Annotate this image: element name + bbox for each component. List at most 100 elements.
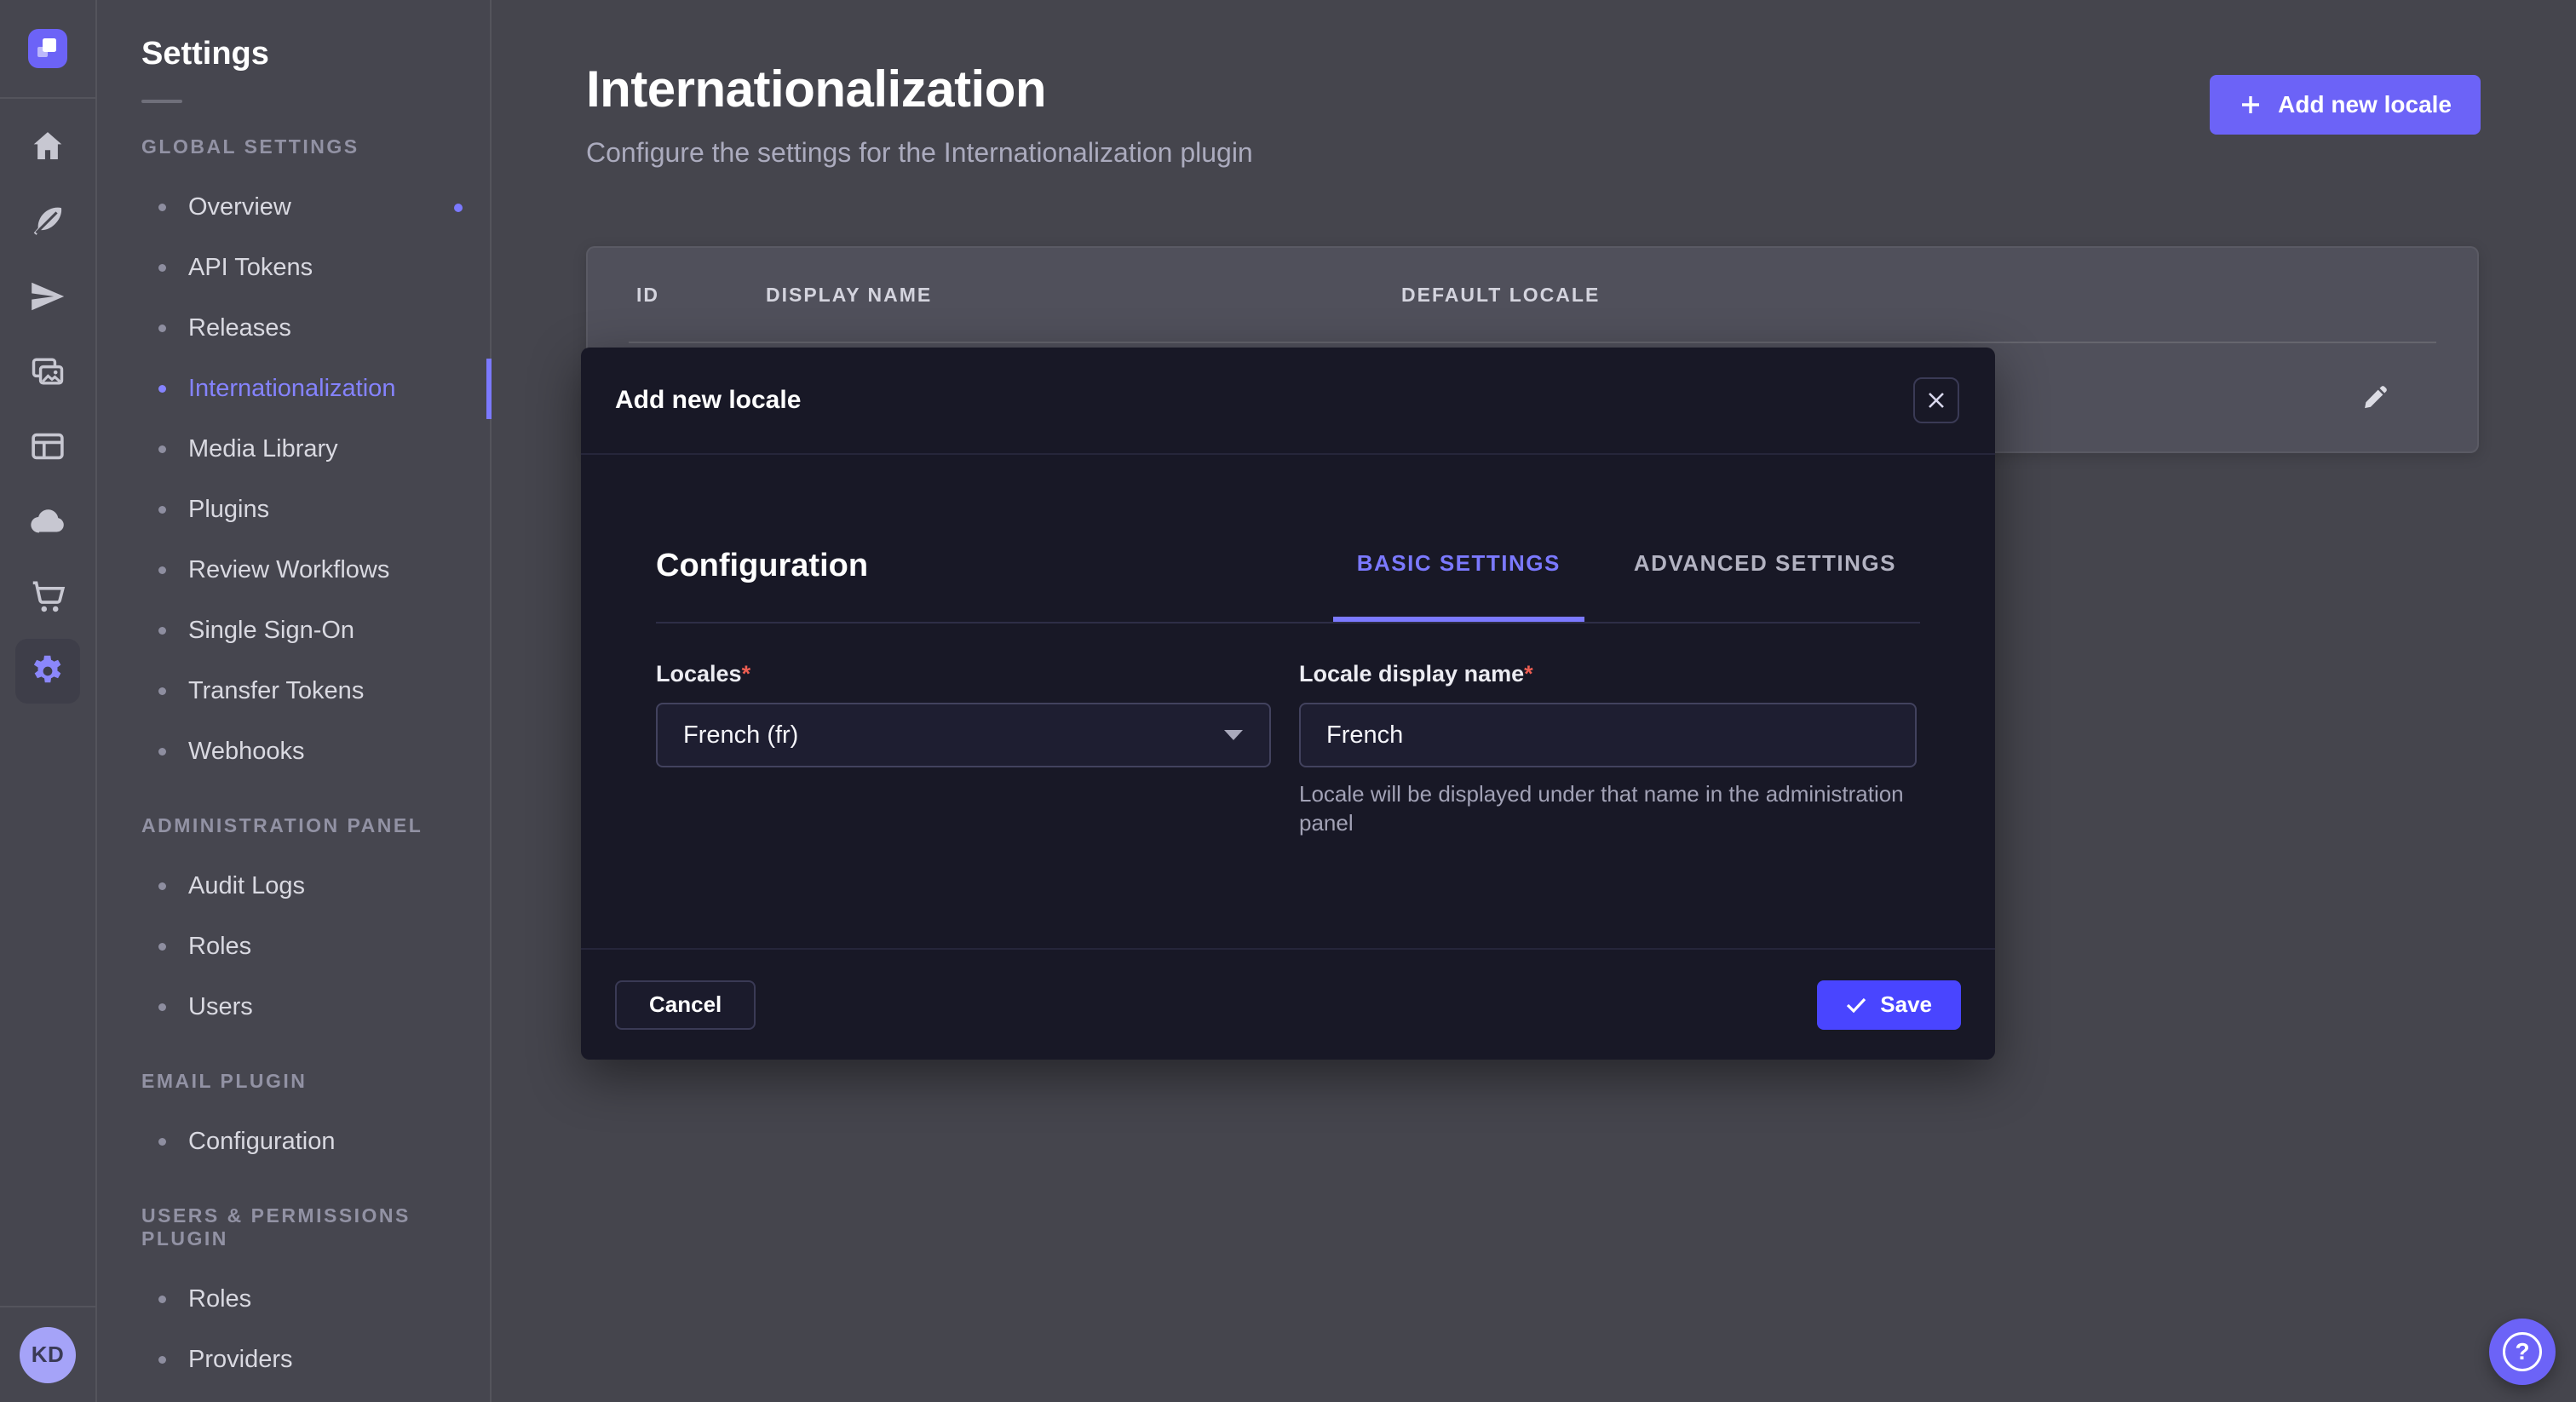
edit-locale-button[interactable] [2354, 376, 2396, 419]
locales-select[interactable]: French (fr) [656, 703, 1271, 767]
home-icon[interactable] [15, 114, 80, 179]
display-name-hint: Locale will be displayed under that name… [1299, 779, 1917, 837]
locales-select-value: French (fr) [683, 721, 798, 750]
bullet-icon [158, 687, 166, 695]
configuration-row: Configuration BASIC SETTINGS ADVANCED SE… [656, 509, 1920, 622]
configuration-title: Configuration [656, 548, 868, 584]
page-header: Internationalization Configure the setti… [586, 60, 1253, 169]
chevron-down-icon [1223, 729, 1244, 741]
sidebar-item-up-providers[interactable]: Providers [97, 1330, 490, 1390]
sidebar-item-media-library[interactable]: Media Library [97, 419, 490, 480]
column-header-id: ID [636, 284, 766, 307]
settings-gear-icon[interactable] [15, 639, 80, 704]
sidebar-item-admin-roles[interactable]: Roles [97, 916, 490, 977]
sidebar-item-internationalization[interactable]: Internationalization [97, 359, 490, 419]
sidebar-item-email-configuration[interactable]: Configuration [97, 1112, 490, 1172]
modal-title: Add new locale [615, 386, 801, 415]
bullet-icon [158, 566, 166, 574]
bullet-icon [158, 506, 166, 514]
plus-icon [2239, 93, 2263, 117]
sidebar-item-audit-logs[interactable]: Audit Logs [97, 856, 490, 916]
page-title: Internationalization [586, 60, 1253, 118]
sidebar-item-overview[interactable]: Overview [97, 177, 490, 238]
section-label-global-settings: GLOBAL SETTINGS [141, 135, 490, 158]
bullet-icon [158, 1356, 166, 1364]
save-button[interactable]: Save [1817, 980, 1961, 1030]
bullet-icon [158, 264, 166, 272]
modal-footer: Cancel Save [581, 948, 1995, 1060]
marketplace-cart-icon[interactable] [15, 564, 80, 629]
column-header-default-locale: DEFAULT LOCALE [1401, 284, 2477, 307]
bullet-icon [158, 325, 166, 332]
rail-footer: KD [0, 1306, 95, 1402]
section-label-administration-panel: ADMINISTRATION PANEL [141, 814, 490, 837]
modal-body: Configuration BASIC SETTINGS ADVANCED SE… [581, 509, 1995, 837]
bullet-icon [158, 943, 166, 951]
fields-row: Locales* French (fr) Locale display name… [656, 661, 1920, 837]
content-manager-icon[interactable] [15, 414, 80, 479]
users-permissions-list: Roles Providers [97, 1269, 490, 1390]
add-locale-modal: Add new locale Configuration BASIC SETTI… [581, 348, 1995, 1060]
settings-sidebar: Settings GLOBAL SETTINGS Overview API To… [97, 0, 492, 1402]
bullet-icon [158, 1296, 166, 1303]
display-name-label: Locale display name* [1299, 661, 1917, 687]
help-button[interactable]: ? [2489, 1319, 2556, 1385]
required-asterisk: * [1524, 661, 1533, 687]
display-name-field: Locale display name* Locale will be disp… [1299, 661, 1917, 837]
tab-advanced-settings[interactable]: ADVANCED SETTINGS [1610, 509, 1920, 622]
bullet-icon [158, 1138, 166, 1146]
close-button[interactable] [1913, 377, 1959, 423]
cloud-icon[interactable] [15, 489, 80, 554]
check-icon [1846, 997, 1866, 1014]
column-header-display-name: DISPLAY NAME [766, 284, 1401, 307]
administration-panel-list: Audit Logs Roles Users [97, 856, 490, 1037]
sidebar-item-single-sign-on[interactable]: Single Sign-On [97, 600, 490, 661]
question-mark-icon: ? [2503, 1332, 2542, 1371]
sidebar-item-review-workflows[interactable]: Review Workflows [97, 540, 490, 600]
locales-field: Locales* French (fr) [656, 661, 1271, 837]
add-new-locale-button[interactable]: Add new locale [2210, 75, 2481, 135]
bullet-icon [158, 627, 166, 635]
bullet-icon [158, 385, 166, 393]
sidebar-item-webhooks[interactable]: Webhooks [97, 721, 490, 782]
required-asterisk: * [742, 661, 751, 687]
sidebar-item-releases[interactable]: Releases [97, 298, 490, 359]
close-icon [1927, 391, 1946, 410]
rail-nav [0, 99, 95, 704]
table-header-row: ID DISPLAY NAME DEFAULT LOCALE [588, 248, 2477, 342]
bullet-icon [158, 882, 166, 890]
media-library-icon[interactable] [15, 339, 80, 404]
sidebar-item-admin-users[interactable]: Users [97, 977, 490, 1037]
bullet-icon [158, 748, 166, 756]
paper-plane-icon[interactable] [15, 264, 80, 329]
logo-cell [0, 0, 95, 99]
section-label-users-permissions-plugin: USERS & PERMISSIONS PLUGIN [141, 1204, 490, 1250]
sidebar-item-transfer-tokens[interactable]: Transfer Tokens [97, 661, 490, 721]
sidebar-item-up-roles[interactable]: Roles [97, 1269, 490, 1330]
title-divider [141, 100, 182, 103]
feather-icon[interactable] [15, 189, 80, 254]
bullet-icon [158, 1003, 166, 1011]
section-label-email-plugin: EMAIL PLUGIN [141, 1070, 490, 1093]
tabs-divider [656, 622, 1920, 623]
bullet-icon [158, 445, 166, 453]
bullet-icon [158, 204, 166, 211]
active-indicator [486, 359, 492, 419]
sidebar-item-api-tokens[interactable]: API Tokens [97, 238, 490, 298]
locales-label: Locales* [656, 661, 1271, 687]
global-settings-list: Overview API Tokens Releases Internation… [97, 177, 490, 782]
modal-header: Add new locale [581, 348, 1995, 455]
page-subtitle: Configure the settings for the Internati… [586, 137, 1253, 169]
display-name-input[interactable] [1299, 703, 1917, 767]
user-avatar[interactable]: KD [20, 1327, 76, 1383]
pencil-icon [2360, 383, 2389, 412]
strapi-logo-icon[interactable] [28, 29, 67, 68]
sidebar-item-plugins[interactable]: Plugins [97, 480, 490, 540]
notification-dot [454, 204, 463, 212]
tab-basic-settings[interactable]: BASIC SETTINGS [1333, 509, 1584, 622]
email-plugin-list: Configuration [97, 1112, 490, 1172]
sidebar-title: Settings [141, 36, 490, 72]
settings-tabs: BASIC SETTINGS ADVANCED SETTINGS [1333, 509, 1920, 622]
icon-rail: KD [0, 0, 97, 1402]
cancel-button[interactable]: Cancel [615, 980, 756, 1030]
